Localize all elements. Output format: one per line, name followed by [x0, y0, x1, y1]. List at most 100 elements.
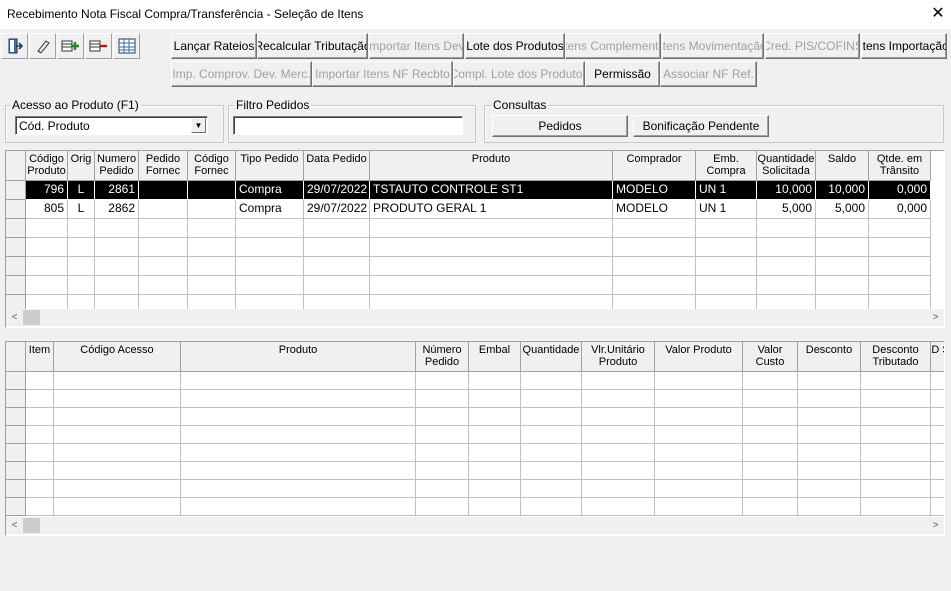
- table-row[interactable]: 805 L 2862 Compra 29/07/2022 PRODUTO GERAL 1M…: [6, 200, 931, 219]
- table-cell: [236, 276, 304, 295]
- add-item-icon[interactable]: [57, 33, 84, 59]
- table-cell: [757, 257, 816, 276]
- column-header-emb-compra[interactable]: Emb. Compra: [696, 151, 757, 181]
- orders-grid[interactable]: Código Produto Orig Numero Pedido Pedido Fo…: [5, 150, 945, 328]
- column-header-codigo-produto[interactable]: Código Produto: [26, 151, 68, 181]
- table-cell: TSTAUTO CONTROLE ST1: [370, 181, 613, 200]
- table-row[interactable]: [6, 498, 944, 516]
- column-header-produto[interactable]: Produto: [370, 151, 613, 181]
- acesso-produto-select[interactable]: Cód. Produto ▼: [15, 116, 208, 135]
- table-cell: [469, 372, 521, 390]
- table-cell: 10,000: [757, 181, 816, 200]
- table-cell: [757, 238, 816, 257]
- exit-icon[interactable]: [1, 33, 28, 59]
- table-cell: [370, 219, 613, 238]
- table-cell: [655, 426, 743, 444]
- lote-dos-produtos-button[interactable]: Lote dos Produtos: [465, 33, 565, 59]
- table-row[interactable]: [6, 462, 944, 480]
- eraser-icon[interactable]: [29, 33, 56, 59]
- column-header-orig[interactable]: Orig: [68, 151, 95, 181]
- table-cell: [861, 480, 931, 498]
- column-header-produto[interactable]: Produto: [181, 342, 416, 372]
- table-row[interactable]: [6, 219, 931, 238]
- table-cell: [743, 426, 798, 444]
- table-cell: 5,000: [816, 200, 869, 219]
- filtro-pedidos-input[interactable]: [233, 116, 463, 135]
- table-row[interactable]: [6, 238, 931, 257]
- table-row[interactable]: [6, 390, 944, 408]
- scrollbar-thumb[interactable]: [23, 518, 40, 533]
- table-cell: [304, 276, 370, 295]
- column-header-comprador[interactable]: Comprador: [613, 151, 696, 181]
- table-cell: [861, 372, 931, 390]
- table-cell: [139, 276, 188, 295]
- scroll-left-icon[interactable]: <: [6, 517, 23, 534]
- table-cell: [95, 276, 139, 295]
- itens-importacao-button[interactable]: Itens Importação: [861, 33, 947, 59]
- column-header-codigo-fornec[interactable]: Código Fornec: [188, 151, 236, 181]
- bonificacao-pendente-button[interactable]: Bonificação Pendente: [633, 115, 769, 137]
- scroll-left-icon[interactable]: <: [6, 309, 23, 326]
- scrollbar-thumb[interactable]: [23, 310, 40, 325]
- column-header-data-pedido[interactable]: Data Pedido: [304, 151, 370, 181]
- table-cell: [613, 257, 696, 276]
- table-cell: [469, 480, 521, 498]
- scroll-right-icon[interactable]: >: [927, 517, 944, 534]
- pedidos-button[interactable]: Pedidos: [492, 115, 628, 137]
- column-header-numero-pedido[interactable]: Numero Pedido: [95, 151, 139, 181]
- table-row[interactable]: [6, 276, 931, 295]
- column-header-qtde-em-transito[interactable]: Qtde. em Trânsito: [869, 151, 931, 181]
- column-header-numero-pedido[interactable]: Número Pedido: [416, 342, 469, 372]
- column-header-desconto-tributado[interactable]: Desconto Tributado: [861, 342, 931, 372]
- column-header-embal[interactable]: Embal: [469, 342, 521, 372]
- table-cell: [68, 276, 95, 295]
- table-cell: [521, 444, 582, 462]
- column-header-quantidade-solicitada[interactable]: Quantidade Solicitada: [757, 151, 816, 181]
- table-cell: [95, 238, 139, 257]
- lancar-rateios-button[interactable]: Lançar Rateios: [171, 33, 257, 59]
- scroll-right-icon[interactable]: >: [927, 309, 944, 326]
- column-header-desconto[interactable]: Desconto: [798, 342, 861, 372]
- table-row[interactable]: [6, 408, 944, 426]
- column-header-item[interactable]: Item: [26, 342, 54, 372]
- table-row[interactable]: [6, 372, 944, 390]
- table-cell: [181, 498, 416, 516]
- column-header-saldo[interactable]: Saldo: [816, 151, 869, 181]
- column-header-valor-custo[interactable]: Valor Custo: [743, 342, 798, 372]
- table-row[interactable]: 796 L 2861 Compra 29/07/2022 TSTAUTO CONTROLE…: [6, 181, 931, 200]
- close-icon[interactable]: ✕: [927, 3, 949, 25]
- column-header-quantidade[interactable]: Quantidade: [521, 342, 582, 372]
- filtro-pedidos-label: Filtro Pedidos: [234, 98, 312, 112]
- table-cell: [582, 498, 655, 516]
- column-header-valor-produto[interactable]: Valor Produto: [655, 342, 743, 372]
- table-row[interactable]: [6, 444, 944, 462]
- column-header-d-s[interactable]: D S: [931, 342, 944, 372]
- table-cell: [931, 426, 944, 444]
- recalcular-tributacao-button[interactable]: Recalcular Tributação: [257, 33, 368, 59]
- grid-icon[interactable]: [113, 33, 140, 59]
- table-row[interactable]: [6, 480, 944, 498]
- table-cell: [582, 426, 655, 444]
- table-row[interactable]: [6, 426, 944, 444]
- column-header-vlr-unitario-produto[interactable]: Vlr.Unitário Produto: [582, 342, 655, 372]
- remove-item-icon[interactable]: [85, 33, 112, 59]
- column-header-codigo-acesso[interactable]: Código Acesso: [54, 342, 181, 372]
- horizontal-scrollbar[interactable]: < >: [6, 517, 944, 534]
- table-cell: [582, 390, 655, 408]
- table-cell: [54, 444, 181, 462]
- horizontal-scrollbar[interactable]: < >: [6, 309, 944, 326]
- table-cell: [181, 444, 416, 462]
- table-cell: [521, 480, 582, 498]
- table-cell: [95, 219, 139, 238]
- table-row[interactable]: [6, 257, 931, 276]
- table-cell: [869, 238, 931, 257]
- chevron-down-icon[interactable]: ▼: [191, 118, 206, 133]
- items-grid[interactable]: Item Código Acesso Produto Número Pedido Emb…: [5, 341, 945, 536]
- column-header-pedido-fornec[interactable]: Pedido Fornec: [139, 151, 188, 181]
- table-cell: [236, 219, 304, 238]
- importar-itens-nf-recbto-button: Importar Itens NF Recbto: [312, 61, 453, 87]
- column-header-tipo-pedido[interactable]: Tipo Pedido: [236, 151, 304, 181]
- table-cell: [931, 462, 944, 480]
- table-cell: [816, 257, 869, 276]
- permissao-button[interactable]: Permissão: [585, 61, 660, 87]
